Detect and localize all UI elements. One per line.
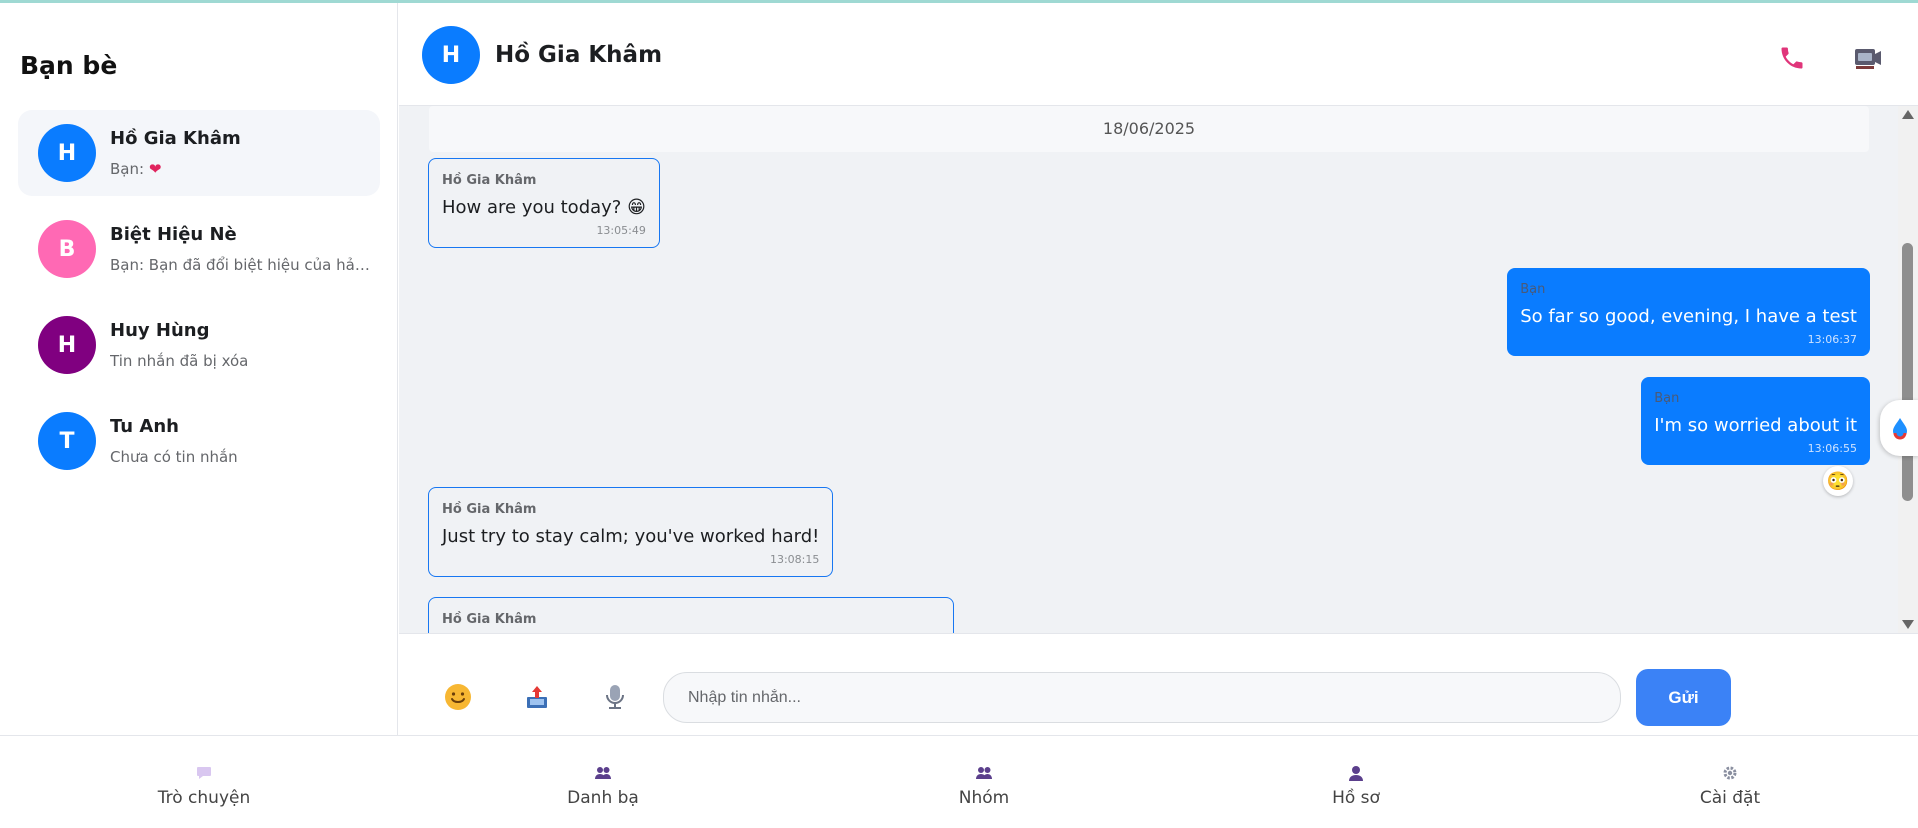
chat-header: H Hồ Gia Khâm [399, 3, 1918, 106]
friend-name: Huy Hùng [110, 320, 210, 341]
nav-item-profile[interactable]: Hồ sơ [1256, 764, 1456, 808]
friend-name: Hồ Gia Khâm [110, 128, 241, 149]
video-camera-icon[interactable] [1851, 41, 1885, 75]
scroll-up-arrow-icon[interactable] [1902, 110, 1914, 119]
friend-item-biet-hieu-ne[interactable]: B Biệt Hiệu Nè Bạn: Bạn đã đổi biệt hiệu… [18, 206, 380, 292]
message-time: 13:06:37 [1807, 333, 1857, 346]
group-icon [884, 764, 1084, 782]
settings-gear-icon [1630, 764, 1830, 782]
friend-name: Tu Anh [110, 416, 179, 437]
avatar: H [38, 316, 96, 374]
contacts-icon [503, 764, 703, 782]
message-time: 13:05:49 [596, 224, 646, 237]
nav-item-settings[interactable]: Cài đặt [1630, 764, 1830, 808]
message-text: I'm so worried about it [1654, 415, 1857, 436]
profile-icon [1256, 764, 1456, 782]
message-text: How are you today? 😁 [442, 197, 646, 218]
message-incoming[interactable]: Hồ Gia Khâm [428, 597, 954, 633]
send-button[interactable]: Gửi [1636, 669, 1731, 726]
nav-label: Nhóm [958, 788, 1010, 808]
friend-item-ho-gia-kham[interactable]: H Hồ Gia Khâm Bạn: ❤ [18, 110, 380, 196]
nav-item-contacts[interactable]: Danh bạ [503, 764, 703, 808]
contact-avatar[interactable]: H [422, 26, 480, 84]
nav-item-groups[interactable]: Nhóm [884, 764, 1084, 808]
floating-assistant-icon[interactable] [1880, 400, 1918, 456]
bottom-navigation: Trò chuyện Danh bạ Nhóm Hồ sơ Cài đặt [0, 735, 1918, 828]
nav-label: Cài đặt [1699, 788, 1761, 808]
nav-item-chat[interactable]: Trò chuyện [104, 764, 304, 808]
date-separator: 18/06/2025 [429, 106, 1869, 152]
sidebar-title: Bạn bè [20, 51, 118, 80]
message-time: 13:08:15 [769, 553, 820, 566]
avatar: B [38, 220, 96, 278]
friend-item-huy-hung[interactable]: H Huy Hùng Tin nhắn đã bị xóa [18, 302, 380, 388]
microphone-icon[interactable] [598, 680, 632, 714]
friend-preview: Bạn: Bạn đã đổi biệt hiệu của hảo ... [110, 256, 372, 274]
phone-icon[interactable] [1775, 41, 1809, 75]
message-list[interactable]: 18/06/2025 Hồ Gia Khâm How are you today… [399, 106, 1918, 633]
contact-name: Hồ Gia Khâm [495, 42, 663, 68]
message-composer: Gửi [399, 633, 1918, 735]
message-time: 13:06:55 [1807, 442, 1857, 455]
message-text: Just try to stay calm; you've worked har… [442, 526, 820, 547]
friends-sidebar: Bạn bè H Hồ Gia Khâm Bạn: ❤ B Biệt Hiệu … [0, 3, 398, 735]
nav-label: Danh bạ [567, 788, 639, 808]
message-scrollbar[interactable] [1898, 106, 1918, 633]
message-incoming[interactable]: Hồ Gia Khâm How are you today? 😁 13:05:4… [428, 158, 660, 248]
message-incoming[interactable]: Hồ Gia Khâm Just try to stay calm; you'v… [428, 487, 834, 577]
friend-item-tu-anh[interactable]: T Tu Anh Chưa có tin nhắn [18, 398, 380, 484]
message-sender: Hồ Gia Khâm [442, 173, 537, 188]
friend-preview: Chưa có tin nhắn [110, 448, 238, 466]
preview-text: Bạn: [110, 160, 149, 178]
nav-label: Trò chuyện [157, 788, 251, 808]
message-outgoing[interactable]: Bạn I'm so worried about it 13:06:55 [1641, 377, 1870, 465]
emoji-icon[interactable] [441, 680, 475, 714]
friend-preview: Bạn: ❤ [110, 160, 372, 178]
avatar: H [38, 124, 96, 182]
friend-preview: Tin nhắn đã bị xóa [110, 352, 249, 370]
scroll-thumb[interactable] [1902, 243, 1913, 501]
scroll-down-arrow-icon[interactable] [1902, 620, 1914, 629]
message-text: So far so good, evening, I have a test [1520, 306, 1857, 327]
chat-bubble-icon [104, 764, 304, 782]
upload-file-icon[interactable] [520, 680, 554, 714]
message-outgoing[interactable]: Bạn So far so good, evening, I have a te… [1507, 268, 1870, 356]
message-sender: Hồ Gia Khâm [442, 502, 537, 517]
heart-icon: ❤ [148, 160, 162, 178]
friend-name: Biệt Hiệu Nè [110, 224, 237, 245]
nav-label: Hồ sơ [1332, 788, 1380, 808]
message-sender: Bạn [1654, 391, 1680, 406]
message-sender: Bạn [1520, 282, 1546, 297]
message-input[interactable] [663, 672, 1621, 723]
message-sender: Hồ Gia Khâm [442, 612, 537, 627]
reaction-badge[interactable]: 😳 [1823, 466, 1853, 496]
avatar: T [38, 412, 96, 470]
